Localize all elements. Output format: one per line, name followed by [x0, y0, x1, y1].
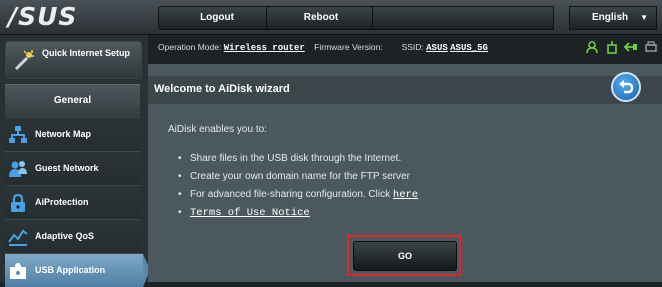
here-link[interactable]: here [393, 189, 418, 201]
top-bar: /SUS Logout Reboot English ▼ [0, 0, 662, 35]
user-icon[interactable] [586, 41, 598, 54]
asus-logo[interactable]: /SUS [8, 4, 138, 29]
toolbar-spacer [372, 6, 554, 30]
network-icon[interactable] [624, 41, 638, 54]
lock-icon [11, 193, 25, 212]
ssid-link-2[interactable]: ASUS_5G [450, 43, 488, 53]
terms-of-use-link[interactable]: Terms of Use Notice [190, 207, 310, 219]
printer-icon[interactable] [645, 41, 657, 54]
language-select[interactable]: English ▼ [569, 6, 657, 30]
sidebar-item-label: AiProtection [35, 197, 89, 207]
go-button[interactable]: GO [353, 241, 457, 271]
quick-setup-label: Quick Internet Setup [42, 48, 131, 58]
language-label: English [592, 12, 629, 23]
reboot-button[interactable]: Reboot [266, 6, 376, 30]
status-info-bar: Operation Mode: Wireless router Firmware… [148, 35, 662, 61]
list-item: • Terms of Use Notice [178, 204, 418, 222]
feature-list: • Share files in the USB disk through the… [178, 150, 418, 222]
chevron-down-icon: ▼ [640, 13, 648, 22]
quick-internet-setup-button[interactable]: Quick Internet Setup [5, 41, 142, 79]
list-item-text: Create your own domain name for the FTP … [190, 171, 410, 182]
list-item-text: For advanced file-sharing configuration.… [190, 189, 391, 200]
status-text: Operation Mode: Wireless router Firmware… [158, 42, 488, 53]
bullet: • [178, 207, 182, 218]
sidebar-item-network-map[interactable]: Network Map [5, 117, 140, 151]
aidisk-wizard-panel: Welcome to AiDisk wizard AiDisk enables … [148, 64, 662, 282]
list-item: • For advanced file-sharing configuration… [178, 186, 418, 204]
sidebar-item-label: USB Application [35, 265, 106, 275]
usb-icon[interactable] [606, 41, 618, 54]
operation-mode-label: Operation Mode: [158, 42, 222, 52]
operation-mode-link[interactable]: Wireless router [224, 43, 305, 53]
ssid-link-1[interactable]: ASUS [426, 43, 448, 53]
guest-network-icon [9, 161, 27, 177]
sidebar-item-label: Guest Network [35, 163, 99, 173]
bullet: • [178, 189, 182, 200]
sidebar-item-guest-network[interactable]: Guest Network [5, 151, 140, 185]
puzzle-icon [10, 263, 26, 279]
bullet: • [178, 171, 182, 182]
list-item: • Share files in the USB disk through the… [178, 150, 418, 168]
list-item-text: Share files in the USB disk through the … [190, 153, 402, 164]
sidebar-item-label: Network Map [35, 129, 92, 139]
sidebar: Quick Internet Setup General Network Map… [0, 35, 150, 287]
panel-header: Welcome to AiDisk wizard [148, 72, 662, 104]
sidebar-item-adaptive-qos[interactable]: Adaptive QoS [5, 219, 140, 253]
page-title: Welcome to AiDisk wizard [154, 83, 290, 95]
sidebar-item-label: Adaptive QoS [35, 231, 95, 241]
network-map-icon [9, 126, 27, 143]
section-title-general: General [5, 84, 140, 117]
back-arrow-icon [619, 80, 634, 94]
firmware-version-label: Firmware Version: [314, 42, 383, 52]
qos-chart-icon [8, 229, 28, 246]
magic-wand-icon [14, 50, 34, 71]
sidebar-item-aiprotection[interactable]: AiProtection [5, 185, 140, 219]
logout-button[interactable]: Logout [158, 6, 276, 30]
back-button[interactable] [611, 72, 641, 102]
list-item: • Create your own domain name for the FTP… [178, 168, 418, 186]
ssid-label: SSID: [401, 42, 424, 52]
intro-text: AiDisk enables you to: [168, 124, 267, 135]
bullet: • [178, 153, 182, 164]
